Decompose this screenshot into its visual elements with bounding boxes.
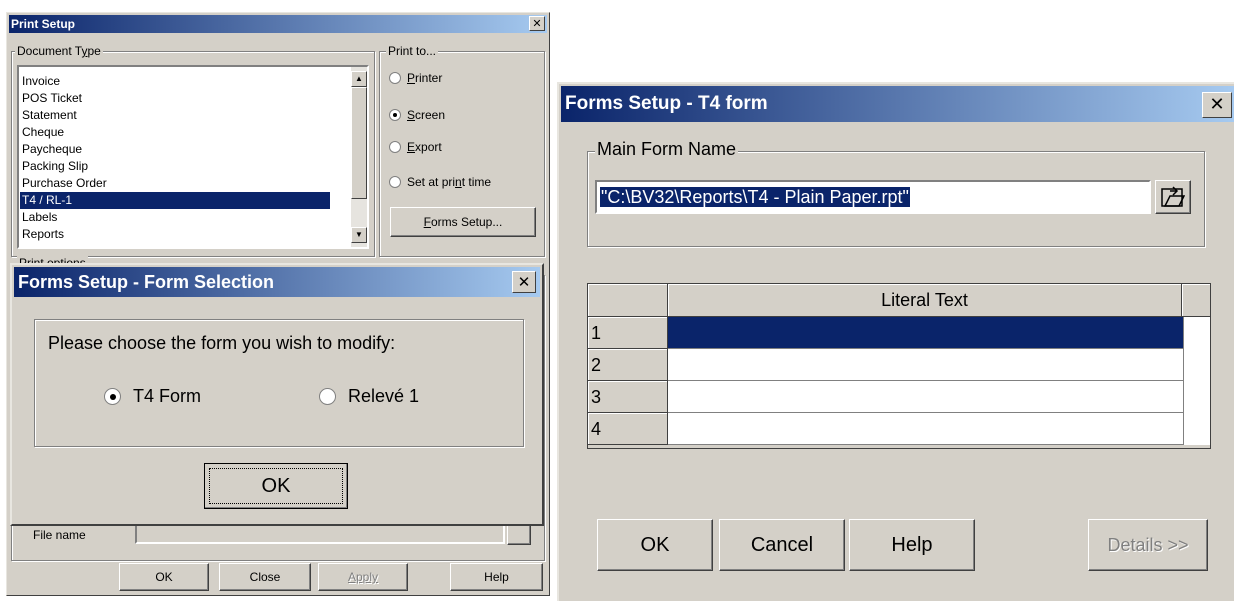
forms-setup-t4-title: Forms Setup - T4 form <box>565 93 768 114</box>
radio-screen[interactable]: Screen <box>389 108 445 122</box>
radio-set-at-print-time[interactable]: Set at print time <box>389 175 491 189</box>
document-type-list[interactable]: Invoice POS Ticket Statement Cheque Paychequ… <box>17 65 369 249</box>
document-type-item[interactable]: Labels <box>20 209 330 226</box>
radio-screen-circle[interactable] <box>389 109 401 121</box>
scroll-up-icon[interactable]: ▲ <box>351 71 367 87</box>
document-type-label: Document Type <box>15 44 103 58</box>
form-selection-titlebar: Forms Setup - Form Selection ✕ <box>14 267 540 297</box>
radio-export-circle[interactable] <box>389 141 401 153</box>
literal-text-cell[interactable] <box>668 381 1184 413</box>
literal-text-cell[interactable] <box>668 317 1184 349</box>
grid-rows: 1234 <box>588 317 1210 445</box>
file-name-label: File name <box>33 528 86 542</box>
row-extra-cell <box>1184 317 1210 349</box>
literal-text-column-header[interactable]: Literal Text <box>668 284 1182 317</box>
forms-setup-t4-titlebar: Forms Setup - T4 form ✕ <box>561 86 1234 122</box>
document-type-items: Invoice POS Ticket Statement Cheque Paychequ… <box>20 73 330 243</box>
main-form-name-label: Main Form Name <box>595 139 739 160</box>
row-number-cell[interactable]: 3 <box>588 381 668 413</box>
file-browse-button[interactable] <box>507 523 531 545</box>
t4-help-button[interactable]: Help <box>849 519 975 571</box>
row-number-cell[interactable]: 4 <box>588 413 668 445</box>
form-selection-title: Forms Setup - Form Selection <box>18 272 275 292</box>
grid-corner-header <box>588 284 668 317</box>
table-row[interactable]: 4 <box>588 413 1210 445</box>
document-type-item[interactable]: Cheque <box>20 124 330 141</box>
radio-set-at-print-time-label: Set at print time <box>407 175 492 189</box>
radio-t4-form-label: T4 Form <box>133 386 202 406</box>
form-selection-ok-focus: OK <box>209 468 343 504</box>
document-type-item[interactable]: T4 / RL-1 <box>20 192 330 209</box>
help-button[interactable]: Help <box>450 563 543 591</box>
radio-set-at-print-time-circle[interactable] <box>389 176 401 188</box>
print-setup-close-icon[interactable]: ✕ <box>529 16 545 31</box>
apply-button[interactable]: Apply <box>318 563 408 591</box>
scroll-thumb[interactable] <box>351 87 367 199</box>
document-type-item[interactable]: POS Ticket <box>20 90 330 107</box>
row-number-cell[interactable]: 2 <box>588 349 668 381</box>
t4-ok-button[interactable]: OK <box>597 519 713 571</box>
literal-text-cell[interactable] <box>668 413 1184 445</box>
form-selection-ok-button[interactable]: OK <box>204 463 348 509</box>
radio-printer-circle[interactable] <box>389 72 401 84</box>
print-setup-titlebar: Print Setup ✕ <box>9 15 547 33</box>
open-folder-icon <box>1161 186 1185 207</box>
row-number-cell[interactable]: 1 <box>588 317 668 349</box>
print-setup-title: Print Setup <box>11 17 76 31</box>
form-selection-close-icon[interactable]: ✕ <box>512 271 536 293</box>
literal-text-cell[interactable] <box>668 349 1184 381</box>
radio-selected-dot <box>109 393 116 400</box>
ok-button[interactable]: OK <box>119 563 209 591</box>
print-to-label: Print to... <box>386 44 439 58</box>
form-selection-dialog: Forms Setup - Form Selection ✕ Please ch… <box>10 263 544 526</box>
radio-printer-label: Printer <box>407 71 443 85</box>
forms-setup-t4-close-icon[interactable]: ✕ <box>1202 92 1232 118</box>
radio-selected-dot <box>393 113 397 117</box>
main-form-name-field[interactable]: "C:\BV32\Reports\T4 - Plain Paper.rpt" <box>595 180 1151 214</box>
document-type-item[interactable]: Invoice <box>20 73 330 90</box>
forms-setup-t4-window: Forms Setup - T4 form ✕ Main Form Name "… <box>557 82 1234 601</box>
close-button[interactable]: Close <box>219 563 311 591</box>
document-type-item[interactable]: Statement <box>20 107 330 124</box>
t4-details-button: Details >> <box>1088 519 1208 571</box>
radio-printer[interactable]: Printer <box>389 71 442 85</box>
row-extra-cell <box>1184 413 1210 445</box>
document-type-item[interactable]: Paycheque <box>20 141 330 158</box>
document-type-item[interactable]: Purchase Order <box>20 175 330 192</box>
literal-text-grid[interactable]: Literal Text 1234 <box>587 283 1211 449</box>
radio-t4-form[interactable]: T4 Form <box>104 386 201 407</box>
t4-cancel-button[interactable]: Cancel <box>719 519 845 571</box>
radio-export[interactable]: Export <box>389 140 442 154</box>
row-extra-cell <box>1184 381 1210 413</box>
radio-export-label: Export <box>407 140 442 154</box>
document-type-item[interactable]: Reports <box>20 226 330 243</box>
row-extra-cell <box>1184 349 1210 381</box>
scrollbar[interactable]: ▲ ▼ <box>351 67 367 247</box>
form-selection-prompt: Please choose the form you wish to modif… <box>48 333 396 353</box>
radio-t4-form-circle[interactable] <box>104 388 121 405</box>
radio-screen-label: Screen <box>407 108 446 122</box>
browse-folder-button[interactable] <box>1155 180 1191 214</box>
scroll-down-icon[interactable]: ▼ <box>351 227 367 243</box>
radio-releve-1[interactable]: Relevé 1 <box>319 386 419 407</box>
main-form-name-value: "C:\BV32\Reports\T4 - Plain Paper.rpt" <box>600 187 910 207</box>
file-name-field[interactable] <box>135 524 505 544</box>
grid-extra-header <box>1182 284 1210 317</box>
forms-setup-button[interactable]: Forms Setup... <box>390 207 536 237</box>
radio-releve-1-circle[interactable] <box>319 388 336 405</box>
radio-releve-1-label: Relevé 1 <box>348 386 420 406</box>
document-type-item[interactable]: Packing Slip <box>20 158 330 175</box>
table-row[interactable]: 3 <box>588 381 1210 413</box>
table-row[interactable]: 2 <box>588 349 1210 381</box>
table-row[interactable]: 1 <box>588 317 1210 349</box>
